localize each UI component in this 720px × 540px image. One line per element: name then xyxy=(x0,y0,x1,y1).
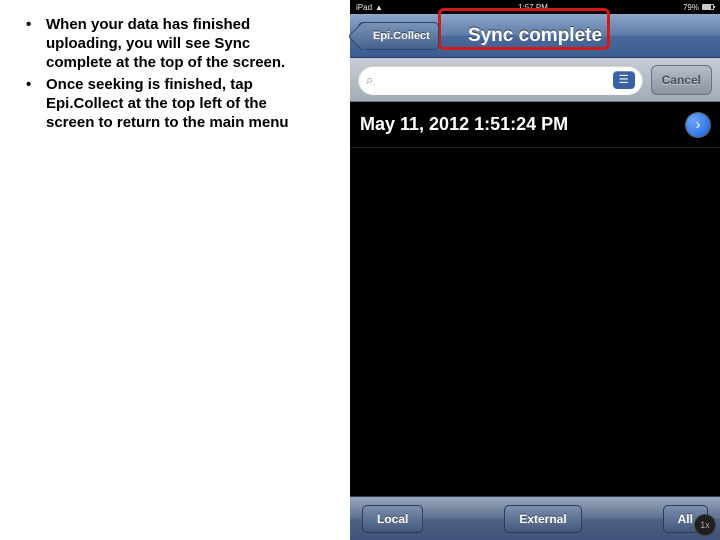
nav-title: Sync complete xyxy=(468,25,602,47)
search-icon: ⌕ xyxy=(366,72,373,88)
search-bar: ⌕ ☰ Cancel xyxy=(350,58,720,102)
external-button[interactable]: External xyxy=(504,505,581,533)
results-list: May 11, 2012 1:51:24 PM › xyxy=(350,102,720,148)
status-bar: iPad ▲ 1:57 PM 79% xyxy=(350,0,720,14)
instruction-panel: When your data has finished uploading, y… xyxy=(18,16,318,137)
bullet-item: When your data has finished uploading, y… xyxy=(18,16,318,72)
disclosure-icon[interactable]: › xyxy=(686,113,710,137)
device-screenshot: iPad ▲ 1:57 PM 79% Epi.Collect Sync comp… xyxy=(350,0,720,540)
bullet-item: Once seeking is finished, tap Epi.Collec… xyxy=(18,76,318,132)
status-time: 1:57 PM xyxy=(518,3,548,12)
device-label: iPad xyxy=(356,3,372,12)
list-item-label: May 11, 2012 1:51:24 PM xyxy=(360,114,568,135)
battery-icon xyxy=(702,4,714,10)
bullet-list: When your data has finished uploading, y… xyxy=(18,16,318,133)
navigation-bar: Epi.Collect Sync complete xyxy=(350,14,720,58)
bottom-toolbar: Local External All xyxy=(350,496,720,540)
cancel-button[interactable]: Cancel xyxy=(651,65,712,95)
status-left: iPad ▲ xyxy=(356,3,383,12)
status-right: 79% xyxy=(683,3,714,12)
battery-percent: 79% xyxy=(683,3,699,12)
local-button[interactable]: Local xyxy=(362,505,423,533)
scale-badge[interactable]: 1x xyxy=(694,514,716,536)
bookmark-icon[interactable]: ☰ xyxy=(613,71,635,89)
list-item[interactable]: May 11, 2012 1:51:24 PM › xyxy=(350,102,720,148)
search-field[interactable]: ⌕ ☰ xyxy=(358,65,643,95)
wifi-icon: ▲ xyxy=(375,3,383,12)
back-button[interactable]: Epi.Collect xyxy=(358,22,439,50)
slide: When your data has finished uploading, y… xyxy=(0,0,720,540)
